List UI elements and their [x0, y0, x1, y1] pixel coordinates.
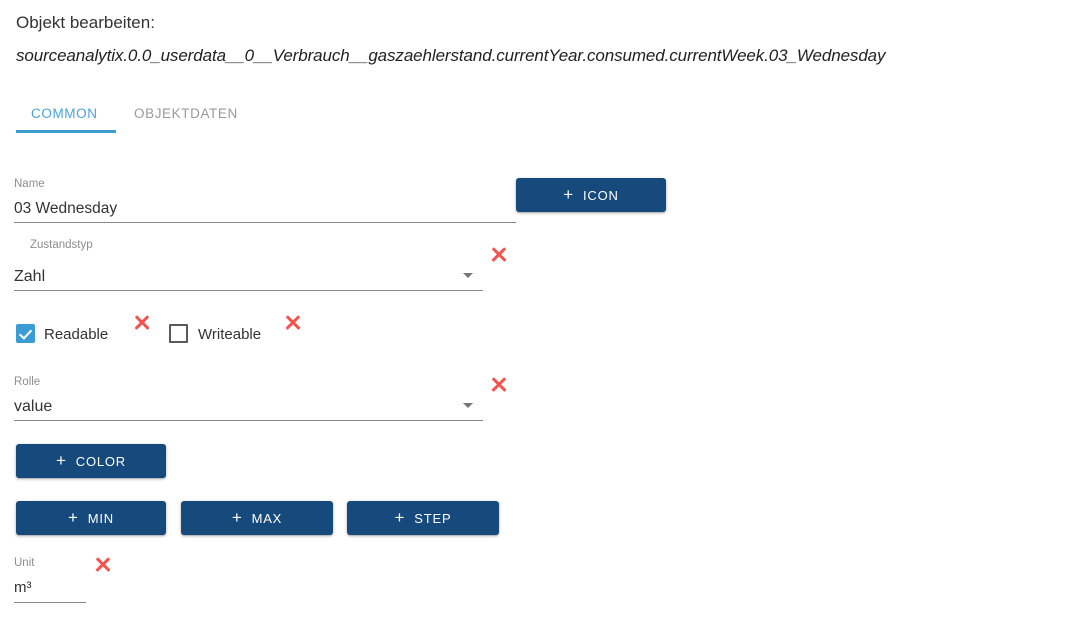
plus-icon: +: [231, 507, 243, 527]
readable-checkbox-label: Readable: [44, 326, 109, 343]
role-field-label: Rolle: [14, 376, 41, 388]
clear-state-type-icon[interactable]: [489, 245, 509, 265]
add-color-button[interactable]: + COLOR: [16, 444, 166, 478]
add-min-button-label: MIN: [87, 510, 114, 526]
add-max-button[interactable]: + MAX: [181, 501, 333, 535]
writeable-checkbox-label: Writeable: [198, 326, 262, 343]
add-min-button[interactable]: + MIN: [16, 501, 166, 535]
chevron-down-icon[interactable]: [463, 273, 473, 278]
role-select[interactable]: value: [14, 397, 52, 417]
tab-bar: COMMON OBJEKTDATEN: [0, 96, 1082, 136]
state-type-field-underline: [14, 290, 483, 291]
add-icon-button-label: ICON: [583, 187, 619, 203]
tab-active-indicator: [16, 130, 116, 133]
name-field-label: Name: [14, 178, 45, 190]
name-input[interactable]: 03 Wednesday: [14, 199, 117, 219]
plus-icon: +: [394, 507, 406, 527]
chevron-down-icon[interactable]: [463, 403, 473, 408]
clear-unit-icon[interactable]: [93, 555, 113, 575]
readable-checkbox[interactable]: [16, 324, 35, 343]
writeable-checkbox[interactable]: [169, 324, 188, 343]
object-id-path: sourceanalytix.0.0_userdata__0__Verbrauc…: [16, 46, 886, 65]
add-color-button-label: COLOR: [75, 453, 126, 469]
plus-icon: +: [56, 450, 67, 470]
clear-role-icon[interactable]: [489, 375, 509, 395]
plus-icon: +: [68, 507, 79, 527]
add-step-button-label: STEP: [414, 510, 452, 526]
tab-objektdaten[interactable]: OBJEKTDATEN: [134, 96, 238, 132]
plus-icon: +: [563, 184, 575, 204]
unit-field-underline: [14, 602, 86, 603]
add-max-button-label: MAX: [251, 510, 283, 526]
page-title: Objekt bearbeiten:: [16, 13, 155, 32]
state-type-select[interactable]: Zahl: [14, 267, 45, 287]
state-type-field-label: Zustandstyp: [30, 239, 93, 251]
add-step-button[interactable]: + STEP: [347, 501, 499, 535]
clear-writeable-icon[interactable]: [283, 313, 303, 333]
unit-input[interactable]: m³: [14, 578, 32, 598]
unit-field-label: Unit: [14, 557, 35, 569]
role-field-underline: [14, 420, 483, 421]
name-field-underline: [14, 222, 516, 223]
tab-common[interactable]: COMMON: [31, 96, 98, 132]
add-icon-button[interactable]: + ICON: [516, 178, 666, 212]
clear-readable-icon[interactable]: [132, 313, 152, 333]
